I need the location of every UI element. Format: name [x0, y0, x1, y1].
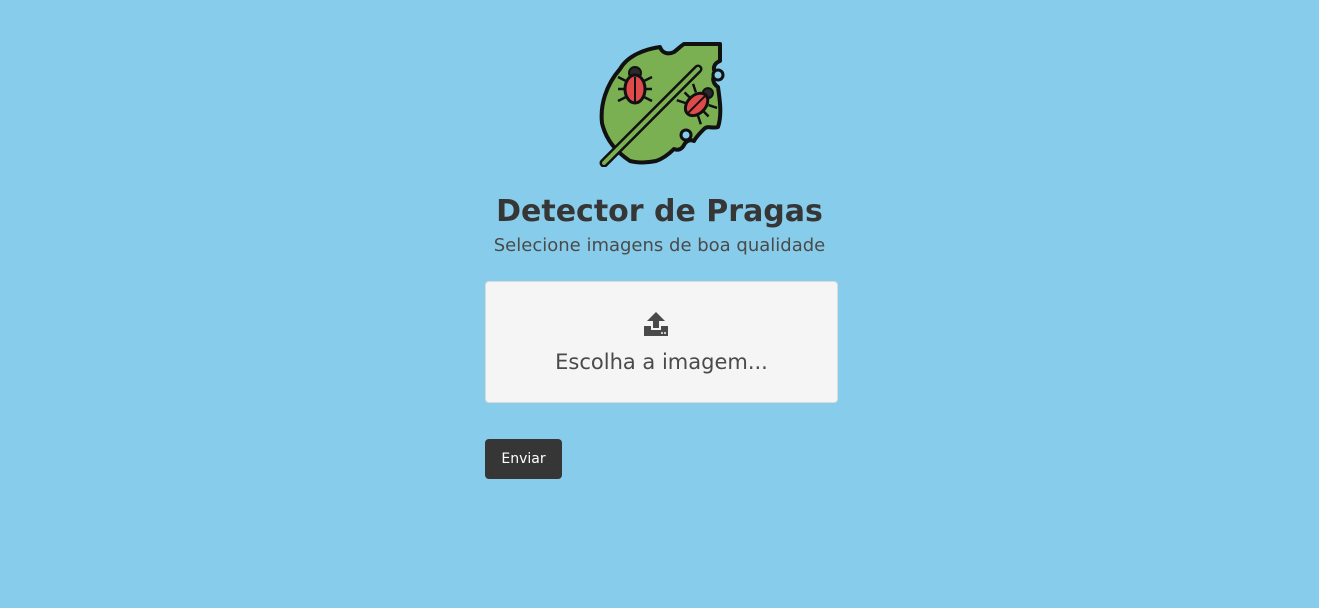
- upload-icon: [644, 312, 668, 336]
- submit-button[interactable]: Enviar: [485, 439, 562, 479]
- page-subtitle: Selecione imagens de boa qualidade: [493, 235, 826, 256]
- upload-label: Escolha a imagem...: [555, 350, 768, 374]
- page-title: Detector de Pragas: [496, 194, 823, 229]
- page: Detector de Pragas Selecione imagens de …: [0, 0, 1319, 608]
- file-upload-dropzone[interactable]: Escolha a imagem...: [485, 281, 838, 403]
- leaf-with-bugs-icon: [599, 42, 725, 167]
